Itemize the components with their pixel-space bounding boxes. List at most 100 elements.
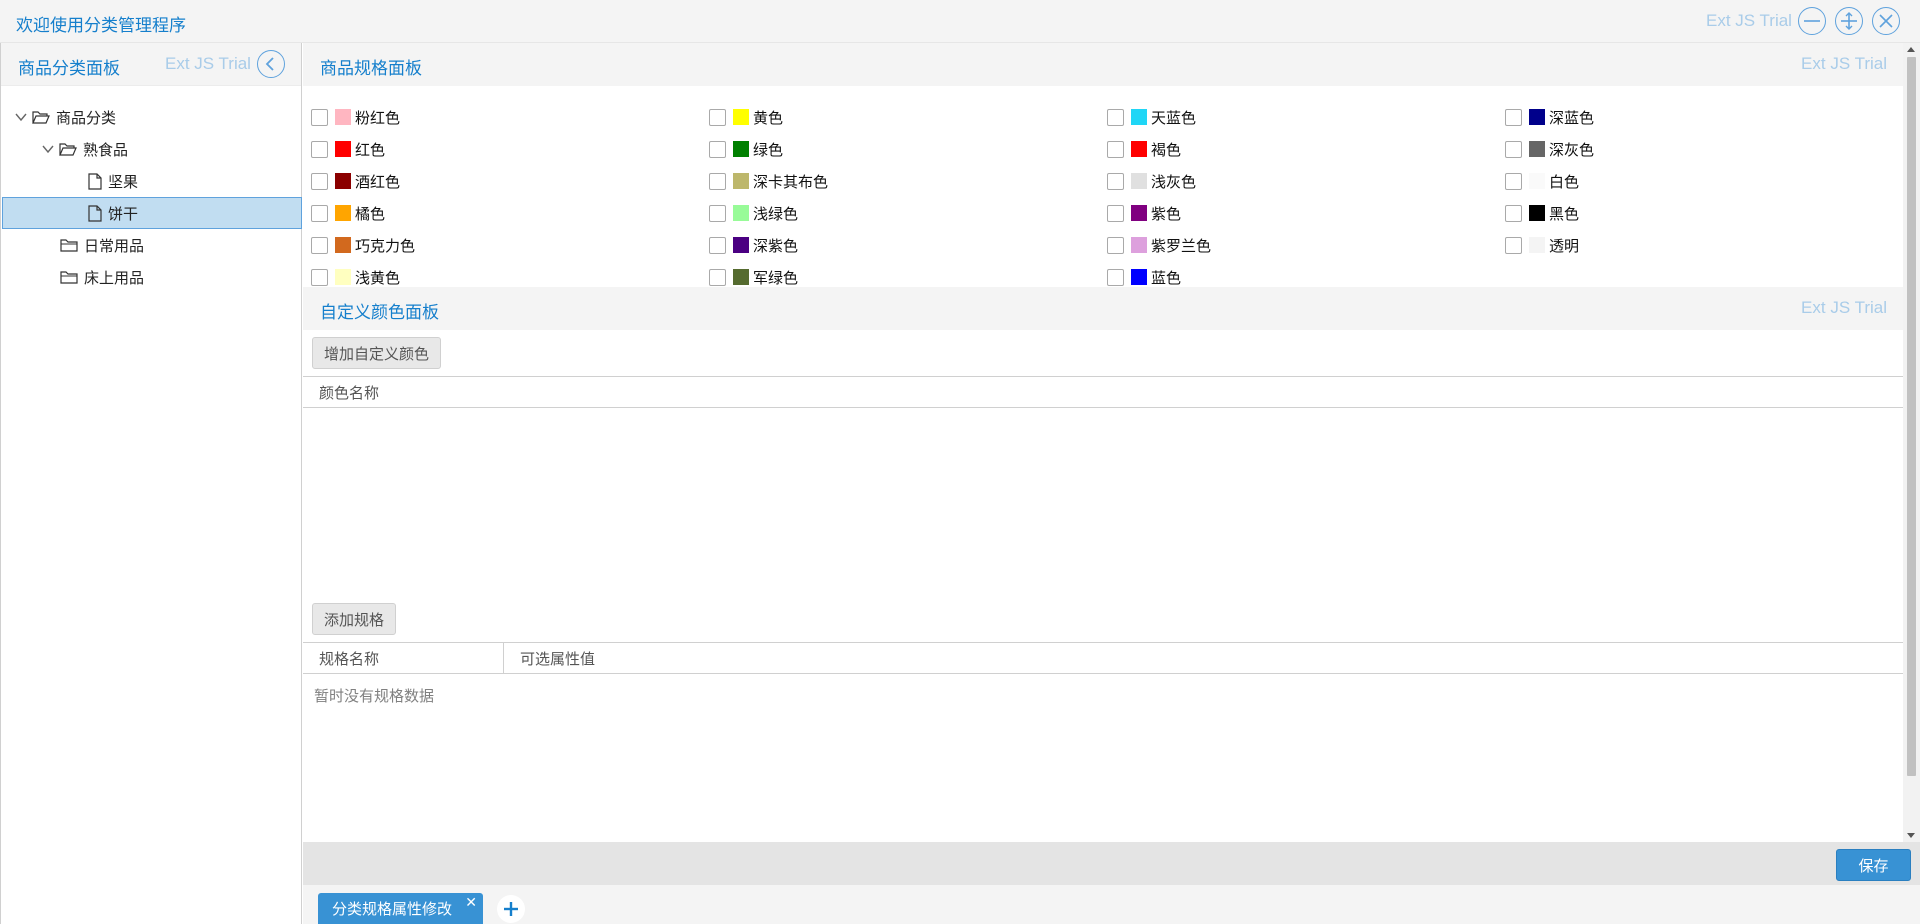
checkbox[interactable]: [709, 172, 726, 190]
spec-panel-title: 商品规格面板: [320, 59, 422, 79]
column-color-name[interactable]: 颜色名称: [303, 377, 1903, 407]
color-label: 军绿色: [753, 268, 799, 287]
window-titlebar: 欢迎使用分类管理程序 Ext JS Trial: [0, 0, 1920, 43]
spec-panel-header: 商品规格面板 Ext JS Trial: [303, 43, 1903, 86]
scroll-down-icon[interactable]: [1907, 833, 1915, 838]
checkbox[interactable]: [311, 236, 328, 254]
color-label: 浅黄色: [355, 268, 401, 287]
checkbox[interactable]: [1107, 268, 1124, 286]
color-checkbox[interactable]: 深卡其布色: [709, 169, 828, 193]
window-title: 欢迎使用分类管理程序: [16, 16, 186, 36]
tree-node-bedding[interactable]: 床上用品: [2, 261, 302, 293]
checkbox[interactable]: [1505, 236, 1522, 254]
color-checkbox[interactable]: 酒红色: [311, 169, 400, 193]
color-swatch: [1131, 173, 1147, 189]
checkbox[interactable]: [1107, 172, 1124, 190]
custom-color-panel-title: 自定义颜色面板: [320, 303, 439, 323]
color-swatch: [733, 141, 749, 157]
spec-grid-header: 规格名称 可选属性值: [303, 642, 1903, 674]
checkbox[interactable]: [311, 140, 328, 158]
checkbox[interactable]: [709, 204, 726, 222]
tree-node-label: 熟食品: [83, 140, 129, 159]
minimize-icon: [1804, 20, 1820, 22]
checkbox[interactable]: [1107, 204, 1124, 222]
color-label: 天蓝色: [1151, 108, 1197, 127]
panel-footer: 保存: [303, 842, 1920, 886]
color-swatch: [1131, 269, 1147, 285]
checkbox[interactable]: [1505, 204, 1522, 222]
tree-node-cooked-food[interactable]: 熟食品: [2, 133, 302, 165]
checkbox[interactable]: [311, 268, 328, 286]
trial-watermark: Ext JS Trial: [1801, 298, 1887, 317]
color-checkbox[interactable]: 浅黄色: [311, 265, 400, 289]
trial-watermark: Ext JS Trial: [1801, 54, 1887, 73]
tree-node-nuts[interactable]: 坚果: [2, 165, 302, 197]
color-checkbox[interactable]: 红色: [311, 137, 385, 161]
tab-label: 分类规格属性修改: [332, 900, 453, 918]
color-checkbox[interactable]: 褐色: [1107, 137, 1181, 161]
color-checkbox[interactable]: 深灰色: [1505, 137, 1594, 161]
add-spec-button[interactable]: 添加规格: [312, 603, 397, 635]
checkbox[interactable]: [709, 268, 726, 286]
checkbox[interactable]: [311, 108, 328, 126]
close-button[interactable]: [1872, 7, 1900, 35]
color-checkbox[interactable]: 浅灰色: [1107, 169, 1196, 193]
checkbox[interactable]: [1505, 140, 1522, 158]
color-swatch: [1131, 109, 1147, 125]
chevron-down-icon[interactable]: [14, 110, 28, 124]
scroll-up-icon[interactable]: [1907, 47, 1915, 52]
tab-category-spec-edit[interactable]: 分类规格属性修改 ✕: [318, 893, 483, 924]
color-checkbox[interactable]: 天蓝色: [1107, 105, 1196, 129]
color-checkbox[interactable]: 绿色: [709, 137, 783, 161]
vertical-scrollbar[interactable]: [1903, 43, 1920, 842]
chevron-down-icon[interactable]: [41, 142, 55, 156]
collapse-panel-button[interactable]: [257, 50, 285, 78]
color-checkbox[interactable]: 橘色: [311, 201, 385, 225]
color-checkbox[interactable]: 巧克力色: [311, 233, 415, 257]
color-checkbox[interactable]: 浅绿色: [709, 201, 798, 225]
checkbox[interactable]: [709, 140, 726, 158]
checkbox[interactable]: [709, 236, 726, 254]
checkbox[interactable]: [1505, 108, 1522, 126]
color-checkbox[interactable]: 深蓝色: [1505, 105, 1594, 129]
color-label: 浅绿色: [753, 204, 799, 223]
color-checkbox[interactable]: 深紫色: [709, 233, 798, 257]
color-checkbox[interactable]: 黑色: [1505, 201, 1579, 225]
color-checkbox[interactable]: 透明: [1505, 233, 1579, 257]
main-content: 商品规格面板 Ext JS Trial 粉红色红色酒红色橘色巧克力色浅黄色 黄色绿…: [303, 43, 1920, 886]
color-label: 紫色: [1151, 204, 1182, 223]
scrollbar-thumb[interactable]: [1907, 57, 1916, 776]
color-checkbox[interactable]: 白色: [1505, 169, 1579, 193]
close-tab-icon[interactable]: ✕: [465, 895, 477, 911]
maximize-button[interactable]: [1835, 7, 1863, 35]
color-swatch: [335, 237, 351, 253]
document-icon: [88, 204, 102, 222]
color-label: 粉红色: [355, 108, 401, 127]
checkbox[interactable]: [1107, 236, 1124, 254]
column-values[interactable]: 可选属性值: [503, 643, 1903, 673]
add-tab-button[interactable]: [497, 895, 525, 923]
color-checkbox[interactable]: 紫罗兰色: [1107, 233, 1211, 257]
color-checkbox[interactable]: 军绿色: [709, 265, 798, 289]
checkbox[interactable]: [311, 204, 328, 222]
color-swatch: [1131, 205, 1147, 221]
checkbox[interactable]: [311, 172, 328, 190]
color-swatch: [335, 269, 351, 285]
checkbox[interactable]: [1107, 140, 1124, 158]
add-custom-color-button[interactable]: 增加自定义颜色: [312, 337, 442, 369]
tree-node-biscuits[interactable]: 饼干: [2, 197, 302, 229]
color-checkbox[interactable]: 粉红色: [311, 105, 400, 129]
color-label: 褐色: [1151, 140, 1182, 159]
checkbox[interactable]: [1505, 172, 1522, 190]
color-swatch: [1529, 141, 1545, 157]
color-checkbox[interactable]: 紫色: [1107, 201, 1181, 225]
save-button[interactable]: 保存: [1836, 849, 1911, 881]
checkbox[interactable]: [709, 108, 726, 126]
column-spec-name[interactable]: 规格名称: [303, 643, 503, 673]
color-checkbox[interactable]: 黄色: [709, 105, 783, 129]
tree-node-root[interactable]: 商品分类: [2, 101, 302, 133]
tree-node-daily-goods[interactable]: 日常用品: [2, 229, 302, 261]
checkbox[interactable]: [1107, 108, 1124, 126]
color-checkbox[interactable]: 蓝色: [1107, 265, 1181, 289]
minimize-button[interactable]: [1798, 7, 1826, 35]
